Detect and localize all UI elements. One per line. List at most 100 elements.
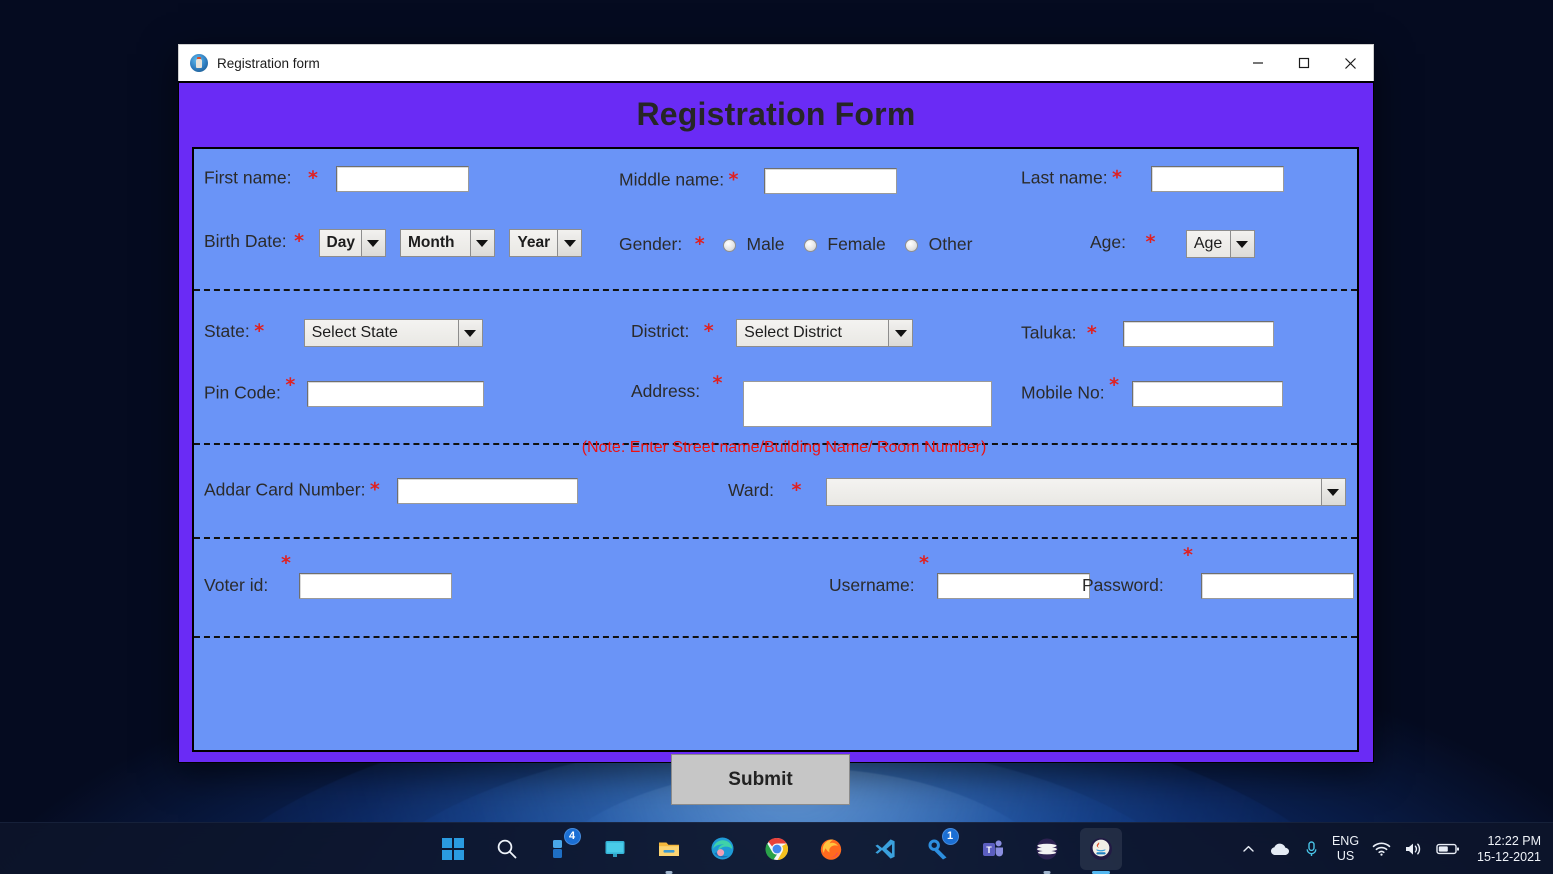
- gender-label: Gender:: [619, 234, 683, 254]
- password-input[interactable]: [1201, 573, 1354, 599]
- wifi-icon[interactable]: [1372, 841, 1391, 857]
- address-textarea[interactable]: [742, 381, 992, 427]
- last-name-required-marker: *: [1112, 166, 1122, 189]
- taluka-input[interactable]: [1123, 321, 1275, 347]
- district-select[interactable]: Select District: [736, 319, 914, 347]
- first-name-input[interactable]: [336, 166, 470, 192]
- close-button[interactable]: [1327, 45, 1373, 81]
- search-button[interactable]: [486, 828, 528, 870]
- aadhar-input[interactable]: [397, 478, 579, 504]
- mobile-no-label: Mobile No:: [1021, 382, 1105, 403]
- language-indicator[interactable]: ENG US: [1332, 834, 1359, 864]
- middle-name-required-marker: *: [728, 168, 739, 191]
- ward-select[interactable]: [825, 478, 1346, 506]
- last-name-input[interactable]: [1151, 166, 1285, 192]
- section-divider: [194, 289, 1357, 291]
- maximize-button[interactable]: [1281, 45, 1327, 81]
- gender-radio-female[interactable]: [803, 239, 817, 253]
- keypass-badge: 1: [941, 827, 959, 845]
- taluka-field-group: Taluka: *: [1021, 321, 1275, 347]
- task-view-button[interactable]: [594, 828, 636, 870]
- submit-button[interactable]: Submit: [671, 754, 850, 805]
- age-select[interactable]: Age: [1185, 230, 1255, 258]
- middle-name-field-group: Middle name: *: [619, 168, 897, 194]
- chevron-down-icon: [888, 319, 914, 347]
- pin-code-field-group: Pin Code: *: [204, 375, 484, 407]
- birth-date-required-marker: *: [294, 230, 305, 253]
- firefox-button[interactable]: [810, 828, 852, 870]
- mobile-no-required-marker: *: [1109, 373, 1120, 396]
- vscode-button[interactable]: [864, 828, 906, 870]
- birth-date-field-group: Birth Date: * Day Month Year: [204, 229, 583, 257]
- age-value: Age: [1185, 230, 1230, 258]
- ward-value: [825, 478, 1321, 506]
- age-field-group: Age: * Age: [1090, 230, 1255, 258]
- birth-date-label: Birth Date:: [204, 231, 287, 252]
- voter-id-input[interactable]: [299, 573, 452, 599]
- file-explorer-button[interactable]: [648, 828, 690, 870]
- registration-form-window: Registration form Registration Form Firs…: [178, 44, 1374, 805]
- gender-option-male-label: Male: [746, 234, 785, 254]
- page-title: Registration Form: [636, 96, 916, 132]
- first-name-field-group: First name: *: [204, 166, 470, 192]
- chevron-down-icon: [1229, 230, 1255, 258]
- aadhar-label: Addar Card Number:: [204, 479, 366, 500]
- password-label: Password:: [1082, 575, 1164, 595]
- widgets-button[interactable]: 4: [540, 827, 582, 870]
- microphone-icon[interactable]: [1304, 840, 1319, 858]
- state-required-marker: *: [254, 320, 265, 343]
- svg-text:T: T: [986, 845, 992, 855]
- show-hidden-icons-chevron-icon[interactable]: [1241, 842, 1256, 857]
- eclipse-button[interactable]: [1026, 828, 1068, 870]
- address-label: Address:: [631, 381, 701, 401]
- edge-button[interactable]: [702, 828, 744, 870]
- java-app-icon: [190, 54, 208, 72]
- first-name-required-marker: *: [307, 166, 318, 189]
- clock-time: 12:22 PM: [1487, 834, 1541, 848]
- volume-icon[interactable]: [1404, 841, 1423, 857]
- taluka-label: Taluka:: [1021, 322, 1077, 343]
- section-divider: [194, 537, 1357, 539]
- pin-code-input[interactable]: [306, 381, 484, 407]
- widgets-badge: 4: [563, 827, 581, 845]
- chevron-down-icon: [457, 319, 483, 347]
- window-title-bar: Registration form: [178, 44, 1374, 81]
- gender-radio-male[interactable]: [723, 239, 737, 253]
- taluka-required-marker: *: [1086, 321, 1097, 344]
- gender-radio-other[interactable]: [905, 239, 919, 253]
- birth-day-select[interactable]: Day: [318, 229, 386, 257]
- last-name-field-group: Last name: *: [1021, 166, 1285, 192]
- birth-month-select[interactable]: Month: [399, 229, 495, 257]
- district-label: District:: [631, 321, 690, 342]
- gender-option-other-label: Other: [928, 234, 973, 254]
- chrome-button[interactable]: [756, 828, 798, 870]
- middle-name-input[interactable]: [763, 168, 897, 194]
- ward-required-marker: *: [791, 479, 802, 502]
- java-app-button[interactable]: [1079, 827, 1122, 870]
- minimize-button[interactable]: [1235, 45, 1281, 81]
- window-controls: [1235, 45, 1373, 81]
- birth-year-value: Year: [509, 229, 558, 257]
- state-value: Select State: [303, 319, 458, 347]
- mobile-no-input[interactable]: [1131, 381, 1283, 407]
- system-tray: ENG US 12:22 PM 15-12-2021: [1241, 823, 1545, 874]
- clock[interactable]: 12:22 PM 15-12-2021: [1477, 833, 1541, 865]
- teams-button[interactable]: T: [972, 828, 1014, 870]
- keypass-button[interactable]: 1: [918, 827, 960, 870]
- clock-date: 15-12-2021: [1477, 850, 1541, 864]
- state-field-group: State: * Select State: [204, 319, 483, 347]
- state-select[interactable]: Select State: [303, 319, 483, 347]
- age-label: Age:: [1090, 232, 1126, 253]
- voter-id-label: Voter id:: [204, 575, 269, 595]
- district-required-marker: *: [703, 320, 714, 343]
- aadhar-field-group: Addar Card Number: *: [204, 478, 579, 504]
- mobile-no-field-group: Mobile No: *: [1021, 375, 1283, 407]
- birth-year-select[interactable]: Year: [509, 229, 583, 257]
- aadhar-required-marker: *: [369, 478, 380, 501]
- first-name-label: First name:: [204, 167, 292, 188]
- username-input[interactable]: [937, 573, 1090, 599]
- district-value: Select District: [736, 319, 889, 347]
- battery-icon[interactable]: [1436, 842, 1460, 856]
- start-button[interactable]: [432, 828, 474, 870]
- onedrive-cloud-icon[interactable]: [1269, 841, 1291, 857]
